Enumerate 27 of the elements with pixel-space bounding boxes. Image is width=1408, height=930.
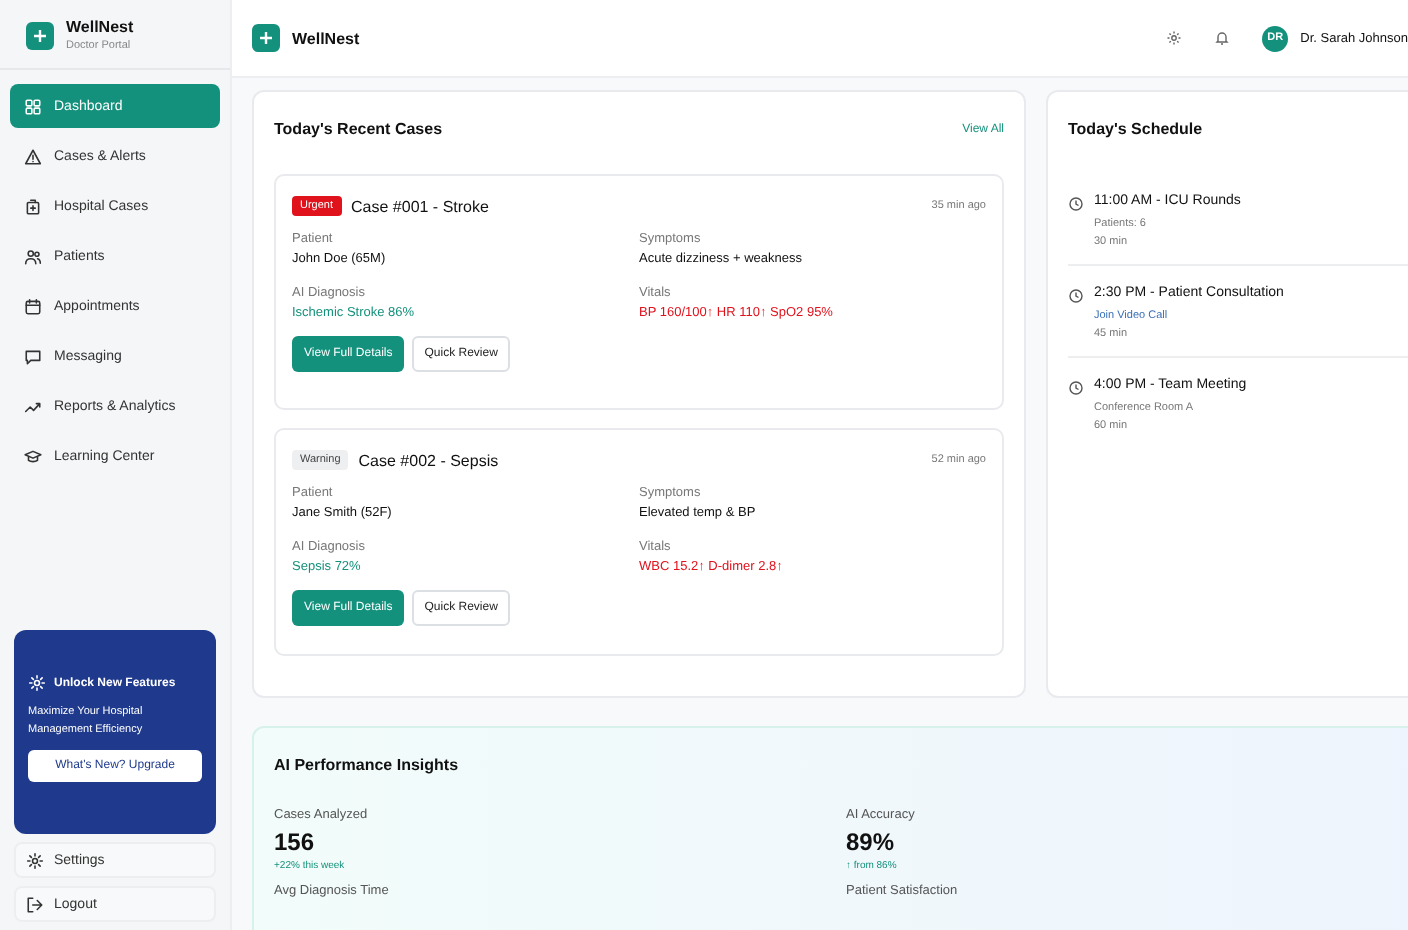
hospital-icon	[24, 197, 42, 215]
chat-icon	[24, 347, 42, 365]
calendar-icon	[24, 297, 42, 315]
brand-name: WellNest	[66, 18, 134, 36]
logo-icon	[26, 21, 54, 49]
clock-icon	[1068, 288, 1084, 304]
logo-icon	[252, 24, 280, 52]
card-title: AI Performance Insights	[274, 756, 461, 774]
settings-icon	[26, 851, 44, 869]
card-title: Today's Schedule	[1068, 120, 1203, 138]
card-title: Today's Recent Cases	[274, 120, 443, 138]
gear-icon	[28, 674, 46, 693]
case-title: Case #002 - Sepsis	[358, 451, 499, 469]
logout-icon	[26, 895, 44, 913]
metric-value: 156	[274, 828, 317, 856]
case-title: Case #001 - Stroke	[351, 197, 489, 215]
warning-icon	[24, 147, 42, 165]
app-title: WellNest	[292, 29, 360, 47]
clock-icon	[1068, 380, 1084, 396]
metric-value: 89%	[846, 828, 897, 856]
trend-icon	[24, 397, 42, 415]
people-icon	[24, 247, 42, 265]
bell-icon[interactable]	[1214, 30, 1231, 46]
settings-icon[interactable]	[1166, 30, 1183, 46]
clock-icon	[1068, 196, 1084, 212]
grid-icon	[24, 97, 42, 115]
graduation-cap-icon	[24, 447, 42, 465]
